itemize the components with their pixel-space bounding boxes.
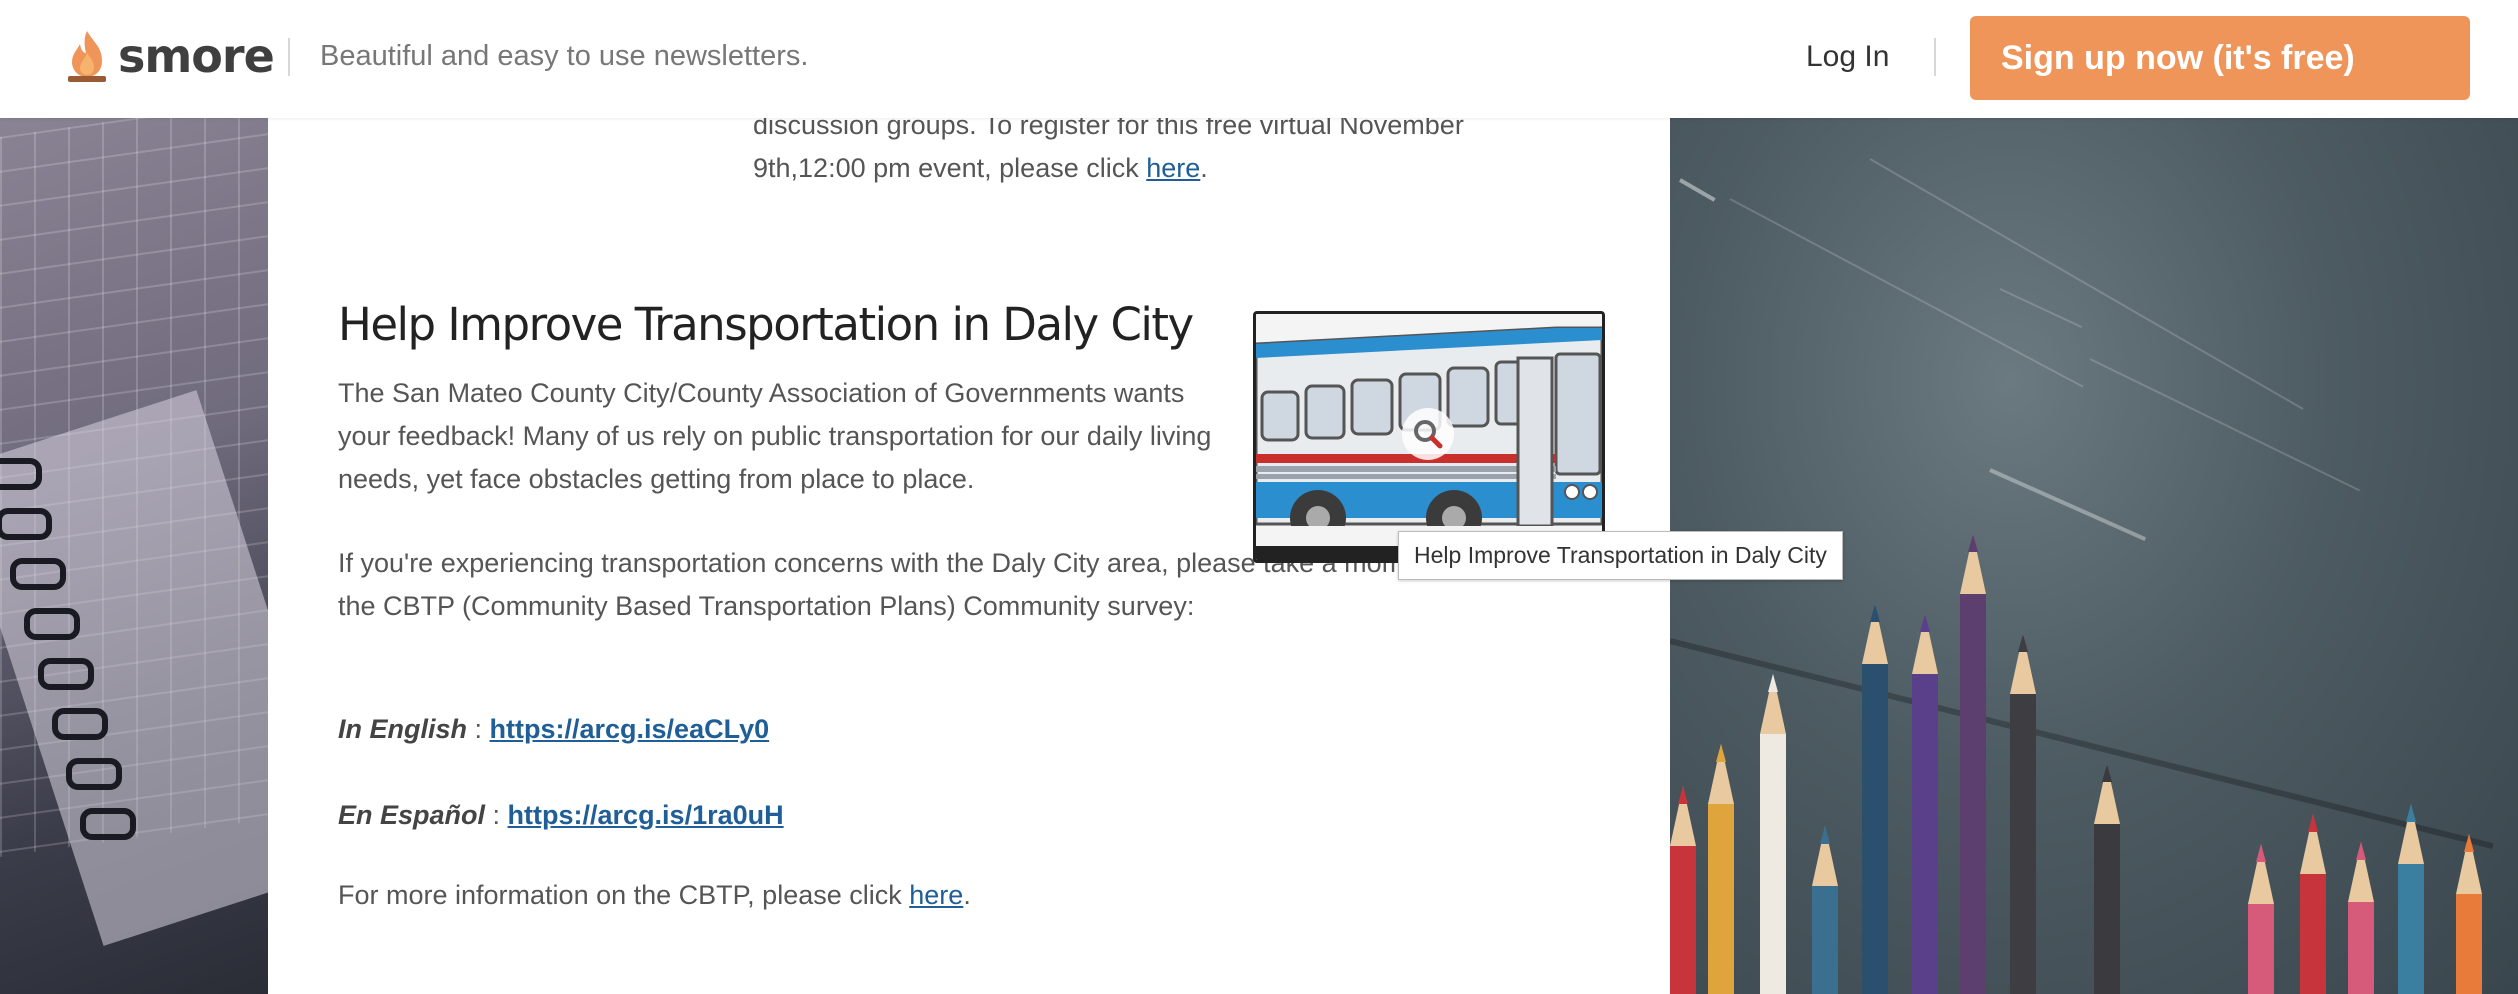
- english-label: In English: [338, 714, 468, 744]
- period: .: [1200, 153, 1208, 183]
- top-header: smore Beautiful and easy to use newslett…: [0, 0, 2518, 118]
- pencil: [1812, 826, 1838, 994]
- zoom-icon[interactable]: [1402, 408, 1454, 460]
- header-divider-right: [1934, 38, 1936, 76]
- pencil: [1862, 604, 1888, 994]
- separator: :: [467, 714, 490, 744]
- separator: :: [485, 800, 508, 830]
- more-info-text: For more information on the CBTP, please…: [338, 880, 902, 910]
- english-line: In English : https://arcg.is/eaCLy0: [338, 714, 769, 745]
- bus-image[interactable]: [1253, 311, 1605, 563]
- logo-wordmark: smore: [118, 29, 275, 83]
- image-tooltip: Help Improve Transportation in Daly City: [1398, 531, 1843, 580]
- section-title: Help Improve Transportation in Daly City: [338, 298, 1194, 351]
- intro-paragraph: The San Mateo County City/County Associa…: [338, 372, 1218, 501]
- pencil: [2456, 834, 2482, 994]
- header-divider: [288, 38, 290, 76]
- pencil: [2094, 764, 2120, 994]
- login-link[interactable]: Log In: [1806, 40, 1889, 74]
- pencil: [1670, 786, 1696, 994]
- english-survey-link[interactable]: https://arcg.is/eaCLy0: [490, 714, 770, 744]
- pencil: [1912, 614, 1938, 994]
- spanish-label: En Español: [338, 800, 486, 830]
- bus-illustration: [1256, 314, 1602, 560]
- flame-icon: [68, 31, 106, 82]
- more-info-line: For more information on the CBTP, please…: [338, 874, 971, 917]
- intro-text: The San Mateo County City/County Associa…: [338, 378, 1212, 494]
- background-notebook: [0, 118, 268, 994]
- tagline: Beautiful and easy to use newsletters.: [320, 40, 809, 72]
- register-here-link[interactable]: here: [1146, 153, 1200, 183]
- pencil: [2398, 804, 2424, 994]
- pencil: [1760, 674, 1786, 994]
- smore-logo[interactable]: smore: [64, 26, 275, 86]
- more-info-here-link[interactable]: here: [909, 880, 963, 910]
- fragment-line-2: 9th,12:00 pm event, please click here.: [753, 147, 1533, 190]
- fragment-line-1: discussion groups. To register for this …: [753, 118, 1464, 140]
- pencil: [2300, 814, 2326, 994]
- period: .: [963, 880, 971, 910]
- pencil: [2010, 634, 2036, 994]
- spanish-line: En Español : https://arcg.is/1ra0uH: [338, 800, 784, 831]
- signup-button[interactable]: Sign up now (it's free): [1970, 16, 2470, 100]
- previous-section-fragment: discussion groups. To register for this …: [753, 118, 1533, 190]
- fragment-text: 9th,12:00 pm event, please click: [753, 153, 1139, 183]
- spanish-survey-link[interactable]: https://arcg.is/1ra0uH: [508, 800, 784, 830]
- pencil: [1708, 744, 1734, 994]
- pencil: [1960, 534, 1986, 994]
- pencil: [2248, 844, 2274, 994]
- pencil: [2348, 842, 2374, 994]
